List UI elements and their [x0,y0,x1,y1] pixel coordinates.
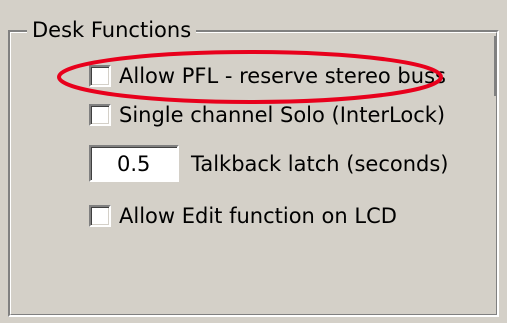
allow-pfl-label: Allow PFL - reserve stereo buss [119,64,446,88]
talkback-row: Talkback latch (seconds) [89,145,449,182]
desk-functions-panel: Desk Functions Allow PFL - reserve stere… [0,0,507,323]
talkback-latch-input[interactable] [89,145,179,182]
allow-edit-lcd-label: Allow Edit function on LCD [119,204,397,228]
allow-pfl-option[interactable]: Allow PFL - reserve stereo buss [89,64,446,88]
single-channel-solo-label: Single channel Solo (InterLock) [119,103,446,127]
talkback-label: Talkback latch (seconds) [191,151,449,176]
single-channel-solo-checkbox[interactable] [89,104,111,126]
right-edge-divider [494,36,496,96]
allow-edit-lcd-option[interactable]: Allow Edit function on LCD [89,204,397,228]
allow-pfl-checkbox[interactable] [89,65,111,87]
group-title: Desk Functions [27,17,197,43]
single-channel-solo-option[interactable]: Single channel Solo (InterLock) [89,103,445,127]
allow-edit-lcd-checkbox[interactable] [89,205,111,227]
